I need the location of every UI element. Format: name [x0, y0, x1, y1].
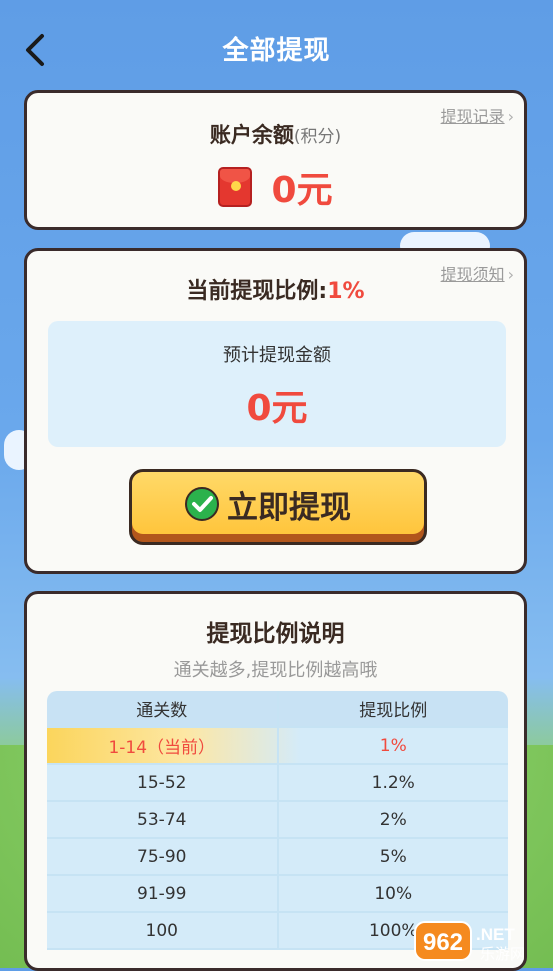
watermark-suffix: .NET — [476, 925, 515, 944]
withdraw-now-button[interactable]: 立即提现 — [129, 469, 427, 545]
withdraw-card: 提现须知 › 当前提现比例:1% 预计提现金额 0元 立即提现 — [24, 248, 527, 574]
current-ratio-value: 1% — [327, 279, 365, 304]
estimate-label: 预计提现金额 — [223, 345, 331, 366]
ratio-section-title: 提现比例说明 — [206, 621, 345, 647]
balance-row: 0元 — [27, 161, 524, 213]
table-cell-ratio: 10% — [374, 883, 413, 904]
table-cell-levels: 15-52 — [47, 765, 279, 800]
estimate-box: 预计提现金额 0元 — [48, 321, 506, 447]
withdraw-button-label: 立即提现 — [227, 490, 351, 526]
red-packet-icon — [218, 167, 253, 207]
estimate-value: 0元 — [246, 388, 308, 429]
site-watermark-logo: 962 .NET 乐游网 — [414, 921, 525, 963]
table-cell-levels: 91-99 — [47, 876, 279, 911]
column-header-levels: 通关数 — [47, 691, 279, 726]
table-row: 15-52 1.2% — [47, 765, 508, 802]
current-ratio-label: 当前提现比例: — [186, 279, 328, 304]
wechat-pay-icon — [185, 487, 219, 521]
balance-card: 提现记录 › 账户余额(积分) 0元 — [24, 90, 527, 230]
current-ratio: 当前提现比例:1% — [27, 273, 524, 305]
page-title: 全部提现 — [222, 36, 331, 66]
table-cell-levels: 100 — [47, 913, 279, 948]
table-row: 53-74 2% — [47, 802, 508, 839]
top-bar: 全部提现 — [0, 0, 553, 96]
table-cell-levels: 75-90 — [47, 839, 279, 874]
watermark-sub: 乐游网 — [480, 945, 525, 963]
withdraw-button-face: 立即提现 — [132, 472, 424, 534]
table-cell-ratio: 2% — [379, 809, 407, 830]
watermark-brand: 962 — [423, 929, 463, 956]
balance-value: 0元 — [271, 170, 333, 211]
ratio-explanation-card: 提现比例说明 通关越多,提现比例越高哦 通关数 提现比例 1-14（当前） 1%… — [24, 591, 527, 971]
table-header-row: 通关数 提现比例 — [47, 691, 508, 728]
table-cell-ratio: 1% — [379, 735, 407, 756]
balance-heading: 账户余额(积分) — [27, 119, 524, 149]
balance-label: 账户余额 — [209, 123, 294, 147]
table-cell-ratio: 1.2% — [371, 772, 415, 793]
table-cell-ratio: 5% — [379, 846, 407, 867]
column-header-ratio: 提现比例 — [359, 701, 428, 721]
table-cell-levels: 53-74 — [47, 802, 279, 837]
table-row: 75-90 5% — [47, 839, 508, 876]
ratio-section-subtitle: 通关越多,提现比例越高哦 — [173, 660, 378, 681]
ratio-table: 通关数 提现比例 1-14（当前） 1% 15-52 1.2% 53-74 2%… — [47, 691, 508, 950]
table-cell-levels: 1-14（当前） — [47, 728, 279, 763]
balance-unit-note: (积分) — [293, 127, 342, 147]
table-row: 91-99 10% — [47, 876, 508, 913]
table-row-current: 1-14（当前） 1% — [47, 728, 508, 765]
